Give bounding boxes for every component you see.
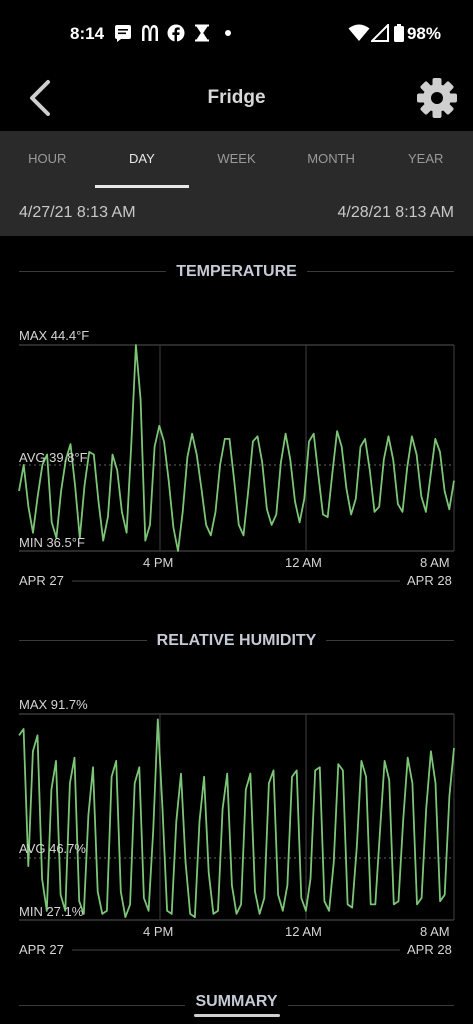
tab-month[interactable]: MONTH — [284, 131, 379, 188]
humidity-chart-svg — [18, 713, 455, 951]
start-day-label: APR 27 — [19, 942, 64, 957]
mcdonalds-icon — [141, 24, 159, 42]
home-indicator[interactable] — [194, 1014, 280, 1017]
battery-percentage: 98% — [406, 24, 441, 43]
max-label: MAX 44.4°F — [19, 328, 90, 343]
app-header: Fridge — [0, 66, 473, 130]
temperature-series-line — [18, 344, 455, 552]
date-range: 4/27/21 8:13 AM 4/28/21 8:13 AM — [0, 188, 473, 236]
humidity-section-title: RELATIVE HUMIDITY — [0, 632, 473, 650]
settings-button[interactable] — [415, 76, 459, 120]
tick-label-4pm: 4 PM — [143, 555, 174, 570]
humidity-title-text: RELATIVE HUMIDITY — [146, 632, 327, 649]
end-day-label: APR 28 — [407, 573, 452, 588]
tick-label-4pm: 4 PM — [143, 924, 174, 939]
message-icon — [114, 24, 132, 42]
tab-hour[interactable]: HOUR — [0, 131, 95, 188]
avg-label: AVG 46.7% — [19, 841, 86, 856]
gear-icon — [417, 78, 457, 118]
min-label: MIN 27.1% — [19, 904, 84, 919]
humidity-chart: MAX 91.7% AVG 46.7% MIN 27.1% 4 PM 12 AM… — [0, 689, 473, 961]
avg-label: AVG 39.8°F — [19, 450, 88, 465]
temperature-section-title: TEMPERATURE — [0, 263, 473, 281]
tick-label-12am: 12 AM — [285, 555, 322, 570]
range-start-date: 4/27/21 8:13 AM — [19, 204, 136, 221]
start-day-label: APR 27 — [19, 573, 64, 588]
hourglass-icon — [194, 24, 210, 42]
tick-label-8am: 8 AM — [420, 555, 450, 570]
battery-icon — [394, 24, 404, 42]
status-bar: 8:14 98% — [0, 0, 473, 66]
summary-title-text: SUMMARY — [185, 993, 288, 1010]
wifi-icon — [348, 24, 370, 42]
status-time: 8:14 — [70, 24, 105, 43]
cellular-signal-icon — [369, 22, 389, 42]
humidity-series-line — [18, 718, 455, 918]
time-range-tabs: HOUR DAY WEEK MONTH YEAR — [0, 131, 473, 188]
end-day-label: APR 28 — [407, 942, 452, 957]
max-label: MAX 91.7% — [19, 697, 88, 712]
temperature-title-text: TEMPERATURE — [166, 263, 307, 280]
dot-icon — [224, 24, 232, 42]
summary-section-title: SUMMARY — [0, 993, 473, 1011]
temperature-chart: MAX 44.4°F AVG 39.8°F MIN 36.5°F 4 PM 12… — [0, 320, 473, 592]
tick-label-8am: 8 AM — [420, 924, 450, 939]
facebook-icon — [167, 24, 185, 42]
range-end-date: 4/28/21 8:13 AM — [337, 204, 454, 221]
min-label: MIN 36.5°F — [19, 535, 85, 550]
page-title: Fridge — [207, 87, 266, 108]
tab-week[interactable]: WEEK — [189, 131, 284, 188]
tick-label-12am: 12 AM — [285, 924, 322, 939]
tab-year[interactable]: YEAR — [378, 131, 473, 188]
tab-day[interactable]: DAY — [94, 131, 190, 188]
